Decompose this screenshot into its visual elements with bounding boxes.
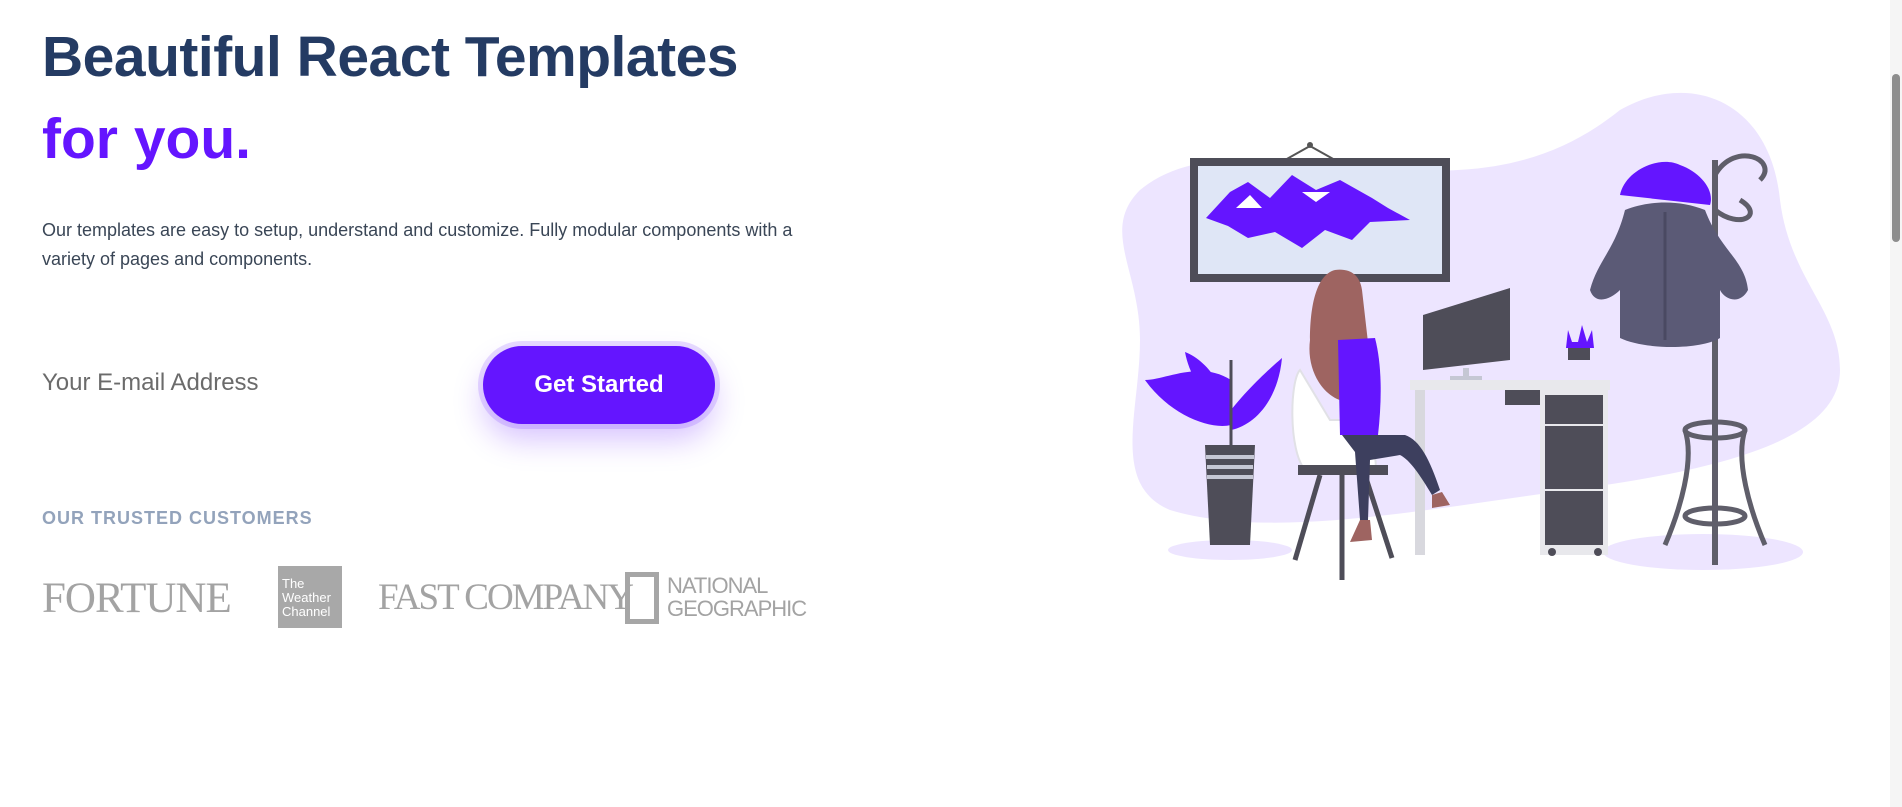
scrollbar-thumb[interactable] — [1892, 74, 1900, 242]
get-started-button[interactable]: Get Started — [483, 346, 715, 424]
scrollbar-track[interactable] — [1890, 0, 1902, 807]
hero-title-highlight: for you. — [42, 107, 251, 171]
national-geographic-logo: NATIONAL GEOGRAPHIC — [625, 572, 825, 626]
hero-illustration — [1120, 80, 1860, 620]
email-input[interactable] — [42, 358, 462, 408]
customers-heading: OUR TRUSTED CUSTOMERS — [42, 508, 313, 528]
signup-form: Get Started — [42, 346, 742, 426]
person-at-desk-illustration — [1122, 92, 1840, 580]
weather-channel-logo: The Weather Channel — [278, 566, 342, 628]
customer-logos: FORTUNE The Weather Channel FAST COMPANY… — [42, 560, 822, 630]
fortune-logo: FORTUNE — [42, 575, 232, 622]
hero-title: Beautiful React Templates — [42, 25, 738, 89]
hero-description: Our templates are easy to setup, underst… — [42, 220, 793, 269]
fast-company-logo: FAST COMPANY — [378, 577, 634, 618]
natgeo-frame-icon — [625, 572, 659, 624]
natgeo-wordmark: NATIONAL GEOGRAPHIC — [667, 573, 807, 621]
